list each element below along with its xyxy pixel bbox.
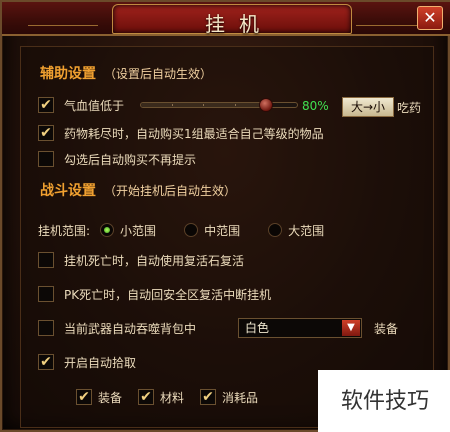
- devour-suffix-label: 装备: [374, 322, 399, 336]
- loot-item-consumables: ✔ 消耗品: [200, 389, 258, 406]
- devour-quality-select[interactable]: 白色 ▼: [238, 318, 362, 338]
- no-prompt-checkbox[interactable]: [38, 151, 54, 167]
- loot-materials-checkbox[interactable]: ✔: [138, 389, 155, 405]
- slider-tick: [172, 104, 174, 106]
- pickup-row: ✔ 开启自动拾取: [38, 352, 136, 372]
- loot-item-equipment: ✔ 装备: [76, 389, 122, 406]
- range-small-label: 小范围: [120, 223, 157, 238]
- range-radio-large[interactable]: [268, 223, 283, 237]
- loot-equipment-label: 装备: [98, 390, 123, 405]
- auto-buy-row: ✔ 药物耗尽时，自动购买1组最适合自己等级的物品: [38, 123, 324, 143]
- hp-threshold-label: 气血值低于: [64, 98, 125, 113]
- close-icon: ✕: [423, 8, 437, 27]
- loot-consumables-checkbox[interactable]: ✔: [200, 389, 217, 405]
- title-ornament-right: [356, 8, 426, 26]
- auto-pickup-label: 开启自动拾取: [64, 355, 137, 370]
- hp-slider-knob[interactable]: [258, 98, 273, 112]
- revive-label: 挂机死亡时，自动使用复活石复活: [64, 253, 245, 268]
- hp-threshold-row: ✔ 气血值低于: [38, 95, 124, 115]
- combat-subtitle: （开始挂机后自动生效）: [104, 184, 237, 198]
- loot-materials-label: 材料: [160, 390, 185, 405]
- pk-death-checkbox[interactable]: [38, 286, 54, 302]
- devour-quality-value: 白色: [245, 321, 270, 335]
- assist-section-title: 辅助设置 （设置后自动生效）: [40, 63, 212, 83]
- assist-subtitle: （设置后自动生效）: [104, 67, 213, 81]
- auto-buy-label: 药物耗尽时，自动购买1组最适合自己等级的物品: [64, 126, 324, 141]
- combat-title: 战斗设置: [40, 183, 96, 199]
- pk-row: PK死亡时，自动回安全区复活中断挂机: [38, 284, 271, 304]
- revive-checkbox[interactable]: [38, 252, 54, 268]
- no-prompt-label: 勾选后自动购买不再提示: [64, 152, 197, 167]
- title-ornament-left: [28, 8, 98, 26]
- assist-title: 辅助设置: [40, 66, 96, 82]
- eat-potion-label: 吃药: [397, 101, 422, 115]
- window-title: 挂机: [205, 12, 273, 36]
- potion-order-button[interactable]: 大→小: [342, 97, 394, 117]
- close-button[interactable]: ✕: [417, 6, 443, 30]
- no-prompt-row: 勾选后自动购买不再提示: [38, 149, 196, 169]
- range-radio-medium[interactable]: [184, 223, 199, 237]
- auto-buy-checkbox[interactable]: ✔: [38, 125, 54, 141]
- loot-consumables-label: 消耗品: [222, 390, 259, 405]
- pk-death-label: PK死亡时，自动回安全区复活中断挂机: [64, 287, 272, 302]
- hp-threshold-checkbox[interactable]: ✔: [38, 97, 54, 113]
- range-medium-label: 中范围: [204, 223, 241, 238]
- range-radio-small[interactable]: [100, 223, 115, 237]
- auto-pickup-checkbox[interactable]: ✔: [38, 354, 54, 370]
- range-radio-group: 挂机范围: 小范围 中范围 大范围: [38, 220, 324, 240]
- devour-label: 当前武器自动吞噬背包中: [64, 321, 197, 336]
- slider-tick: [234, 104, 236, 106]
- combat-section-title: 战斗设置 （开始挂机后自动生效）: [40, 180, 236, 200]
- slider-tick: [203, 104, 205, 106]
- hp-slider[interactable]: [140, 98, 298, 112]
- loot-equipment-checkbox[interactable]: ✔: [76, 389, 92, 405]
- title-plate: 挂机: [112, 4, 352, 36]
- devour-checkbox[interactable]: [38, 320, 54, 336]
- revive-row: 挂机死亡时，自动使用复活石复活: [38, 250, 244, 270]
- devour-row: 当前武器自动吞噬背包中: [38, 318, 196, 338]
- title-bar: 挂机 ✕: [2, 2, 450, 36]
- range-large-label: 大范围: [288, 223, 325, 238]
- chevron-down-icon[interactable]: ▼: [342, 320, 360, 336]
- loot-item-materials: ✔ 材料: [138, 389, 184, 406]
- range-label: 挂机范围:: [38, 223, 91, 238]
- hp-percent: 80%: [302, 99, 329, 113]
- autoplay-window: 挂机 ✕ 辅助设置 （设置后自动生效） ✔ 气血值低于 80% 大→小 吃药 ✔ …: [0, 0, 450, 432]
- watermark: 软件技巧: [318, 370, 450, 432]
- loot-filter-row: ✔ 装备 ✔ 材料 ✔ 消耗品: [76, 387, 274, 407]
